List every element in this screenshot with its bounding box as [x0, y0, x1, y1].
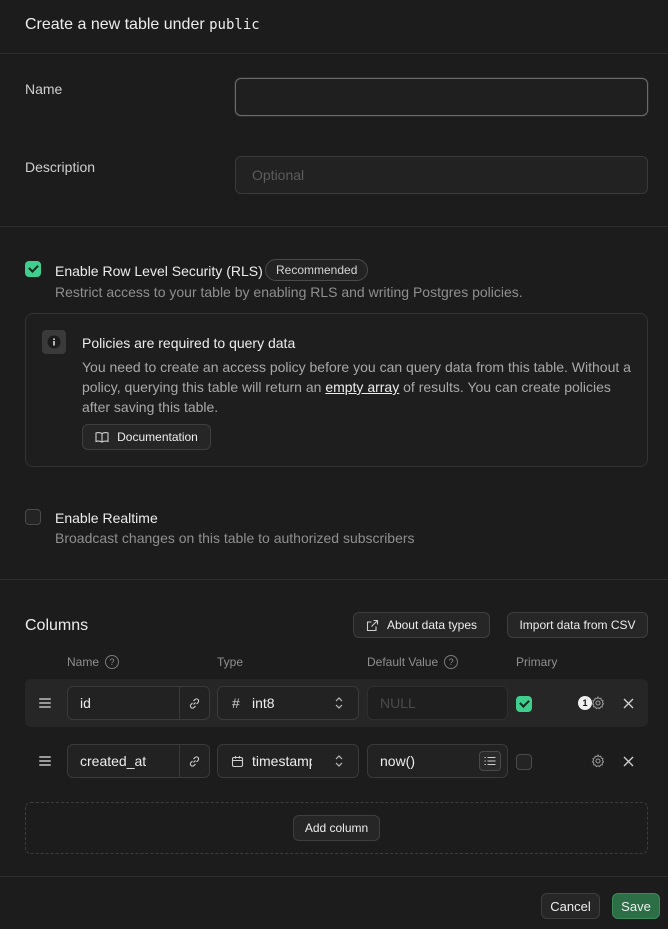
- dialog-title: Create a new table under public: [25, 16, 260, 34]
- realtime-checkbox[interactable]: [25, 509, 41, 525]
- divider: [0, 876, 668, 877]
- rls-description: Restrict access to your table by enablin…: [55, 284, 523, 300]
- external-link-icon: [366, 619, 379, 631]
- chevron-up-down-icon: [335, 697, 343, 709]
- cancel-label: Cancel: [550, 898, 591, 914]
- cancel-button[interactable]: Cancel: [541, 893, 600, 919]
- callout-body: You need to create an access policy befo…: [82, 357, 637, 417]
- realtime-title: Enable Realtime: [55, 510, 158, 526]
- header-primary-label: Primary: [516, 655, 558, 669]
- empty-array-link[interactable]: empty array: [325, 379, 399, 395]
- save-label: Save: [621, 898, 651, 914]
- description-placeholder: Optional: [252, 167, 305, 183]
- header-primary: Primary: [516, 655, 557, 669]
- columns-title: Columns: [25, 617, 89, 634]
- close-icon: [623, 698, 633, 708]
- drag-handle-icon[interactable]: [39, 698, 51, 708]
- header-type-label: Type: [217, 655, 244, 669]
- documentation-button[interactable]: Documentation: [82, 424, 211, 450]
- divider: [0, 226, 668, 227]
- list-icon: [484, 756, 496, 766]
- title-prefix: Create a new table under: [25, 16, 205, 33]
- divider: [0, 579, 668, 580]
- column-settings-button[interactable]: [590, 695, 606, 711]
- rls-title: Enable Row Level Security (RLS): [55, 263, 263, 279]
- default-value-input[interactable]: now(): [367, 744, 508, 778]
- import-csv-label: Import data from CSV: [519, 618, 636, 632]
- close-icon: [623, 756, 633, 766]
- foreign-key-button[interactable]: [179, 687, 209, 719]
- header-default-label: Default Value: [367, 655, 439, 669]
- drag-handle-icon[interactable]: [39, 756, 51, 766]
- divider: [0, 53, 668, 54]
- gear-icon: [591, 754, 605, 768]
- chevron-up-down-icon: [335, 755, 343, 767]
- default-value: now(): [380, 753, 416, 769]
- add-column-button[interactable]: Add column: [293, 815, 380, 841]
- header-name: Name ?: [67, 655, 120, 669]
- description-input[interactable]: Optional: [235, 156, 648, 194]
- primary-checkbox[interactable]: [516, 696, 532, 712]
- column-settings-button[interactable]: [590, 753, 606, 769]
- header-default: Default Value ?: [367, 655, 459, 669]
- about-data-types-button[interactable]: About data types: [353, 612, 490, 638]
- policies-callout: Policies are required to query data You …: [25, 313, 648, 467]
- column-name-input[interactable]: created_at: [67, 744, 210, 778]
- help-icon[interactable]: ?: [444, 655, 459, 669]
- add-column-label: Add column: [304, 821, 369, 835]
- gear-icon: [591, 696, 605, 710]
- link-icon: [189, 755, 200, 767]
- realtime-description: Broadcast changes on this table to autho…: [55, 530, 415, 546]
- column-name-value: id: [80, 695, 91, 711]
- primary-checkbox[interactable]: [516, 754, 532, 770]
- hash-icon: #: [232, 695, 240, 711]
- link-icon: [189, 697, 200, 709]
- default-value: NULL: [380, 695, 416, 711]
- calendar-icon: [231, 756, 244, 768]
- rls-checkbox[interactable]: [25, 261, 41, 277]
- default-value-menu-button[interactable]: [479, 751, 501, 771]
- documentation-label: Documentation: [117, 430, 198, 444]
- book-icon: [95, 432, 109, 443]
- column-name-value: created_at: [80, 753, 147, 769]
- column-name-input[interactable]: id: [67, 686, 210, 720]
- header-type: Type: [217, 655, 243, 669]
- column-type-value: int8: [252, 695, 275, 711]
- default-value-input: NULL: [367, 686, 508, 720]
- recommended-badge: Recommended: [265, 259, 369, 281]
- name-label: Name: [25, 81, 63, 97]
- column-type-select[interactable]: # int8: [217, 686, 359, 720]
- name-input[interactable]: [235, 78, 648, 116]
- schema-name: public: [209, 17, 260, 33]
- help-icon[interactable]: ?: [105, 655, 120, 669]
- header-name-label: Name: [67, 655, 100, 669]
- remove-column-button[interactable]: [620, 753, 636, 769]
- import-csv-button[interactable]: Import data from CSV: [507, 612, 648, 638]
- about-data-types-label: About data types: [386, 618, 478, 632]
- column-type-select[interactable]: timestamp: [217, 744, 359, 778]
- settings-count-badge: 1: [578, 696, 592, 710]
- description-label: Description: [25, 159, 96, 175]
- info-icon: [42, 330, 66, 354]
- callout-title: Policies are required to query data: [82, 335, 296, 351]
- save-button[interactable]: Save: [612, 893, 660, 919]
- remove-column-button[interactable]: [620, 695, 636, 711]
- foreign-key-button[interactable]: [179, 745, 209, 777]
